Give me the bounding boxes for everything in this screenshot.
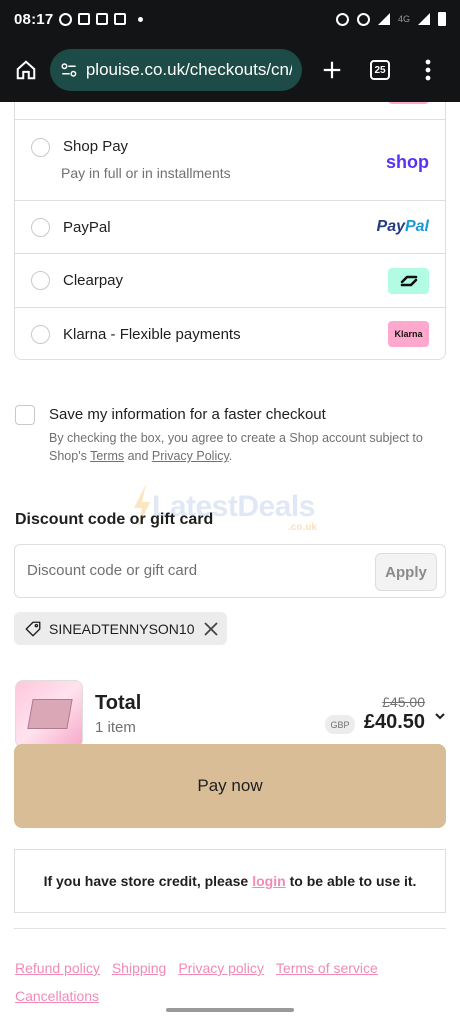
more-vert-icon <box>425 59 431 81</box>
payment-label: PayPal <box>63 218 111 236</box>
save-info-title: Save my information for a faster checkou… <box>49 406 326 423</box>
klarna-logo: Klarna <box>388 321 429 347</box>
notification-icons <box>59 12 144 26</box>
applied-code: SINEADTENNYSON10 <box>49 620 195 637</box>
discount-field: Apply <box>14 544 446 598</box>
payment-label: Clearpay <box>63 272 124 289</box>
product-thumbnail <box>15 680 83 748</box>
original-price: £45.00 <box>382 694 425 710</box>
payment-label: Klarna - Flexible payments <box>63 325 241 343</box>
browser-toolbar: plouise.co.uk/checkouts/cn/ 25 <box>0 38 460 102</box>
privacy-policy-footer-link[interactable]: Privacy policy <box>178 960 264 976</box>
calendar-icon <box>114 13 127 25</box>
checkout-content: Shop Pay Pay in full or in installments … <box>0 102 460 1024</box>
paypal-logo-a: Pay <box>376 218 405 235</box>
payment-option-shop-pay[interactable]: Shop Pay Pay in full or in installments … <box>15 119 445 200</box>
clearpay-logo <box>388 267 429 294</box>
save-info-description: By checking the box, you agree to create… <box>49 429 445 465</box>
payment-option-paypal[interactable]: PayPal PayPal <box>15 200 445 253</box>
new-tab-button[interactable] <box>316 54 348 86</box>
plus-icon <box>323 61 341 79</box>
url-text: plouise.co.uk/checkouts/cn/ <box>85 60 292 79</box>
total-item-count: 1 item <box>95 719 136 736</box>
paypal-logo: PayPal <box>377 218 429 236</box>
radio-clearpay[interactable] <box>31 271 50 290</box>
tab-count: 25 <box>370 60 390 80</box>
payment-option-klarna[interactable]: Klarna - Flexible payments Klarna <box>15 307 445 360</box>
privacy-policy-link[interactable]: Privacy Policy <box>152 449 229 463</box>
pay-now-button[interactable]: Pay now <box>14 744 446 828</box>
paypal-logo-b: Pal <box>404 218 429 235</box>
payment-sublabel: Pay in full or in installments <box>61 165 231 181</box>
refund-policy-link[interactable]: Refund policy <box>15 960 100 976</box>
shop-pay-logo: shop <box>386 152 429 172</box>
discount-input[interactable] <box>27 562 367 579</box>
palette-image <box>27 699 73 729</box>
system-icons: 4G <box>335 12 446 26</box>
radio-shop-pay[interactable] <box>31 138 50 157</box>
home-button[interactable] <box>10 54 42 86</box>
save-info-checkbox[interactable] <box>15 405 35 425</box>
total-price: £40.50 <box>363 711 425 733</box>
alarm-icon <box>335 12 349 26</box>
data-saver-icon <box>356 12 370 26</box>
footer-divider <box>14 928 446 929</box>
save-desc-end: . <box>228 449 233 463</box>
gesture-home-indicator[interactable] <box>166 1008 294 1012</box>
watermark-sub: .co.uk <box>288 522 317 533</box>
total-label: Total <box>95 692 142 714</box>
status-bar: 08:17 4G <box>0 0 460 38</box>
currency-badge: GBP <box>325 715 355 734</box>
payment-methods-list: Shop Pay Pay in full or in installments … <box>14 102 446 360</box>
clearpay-icon <box>400 275 417 286</box>
store-credit-text-pre: If you have store credit, please <box>43 873 249 889</box>
apply-discount-button[interactable]: Apply <box>375 553 437 591</box>
address-bar[interactable]: plouise.co.uk/checkouts/cn/ <box>50 49 302 91</box>
shipping-link[interactable]: Shipping <box>112 960 167 976</box>
applied-discount-chip: SINEADTENNYSON10 <box>14 612 227 645</box>
wifi-icon <box>377 13 390 25</box>
menu-button[interactable] <box>412 54 444 86</box>
save-desc-and: and <box>124 449 152 463</box>
klarna-logo-cropped <box>388 102 429 104</box>
login-link[interactable]: login <box>252 873 285 889</box>
more-notifications-dot <box>138 16 144 22</box>
signal-icon <box>418 13 430 25</box>
radio-klarna[interactable] <box>31 324 50 344</box>
whatsapp-icon <box>59 12 73 26</box>
copy-icon-2 <box>96 13 109 25</box>
payment-option-clearpay[interactable]: Clearpay <box>15 253 445 307</box>
battery-icon <box>438 12 446 26</box>
store-credit-notice: If you have store credit, please login t… <box>14 849 446 913</box>
store-credit-text-post: to be able to use it. <box>289 873 417 889</box>
chevron-down-icon[interactable] <box>434 710 446 722</box>
discount-heading: Discount code or gift card <box>15 511 214 528</box>
radio-paypal[interactable] <box>31 217 50 237</box>
cancellations-link[interactable]: Cancellations <box>15 988 99 1004</box>
site-settings-icon <box>61 63 77 77</box>
footer-policy-links: Refund policy Shipping Privacy policy Terms… <box>15 954 445 1010</box>
home-icon <box>16 60 36 80</box>
terms-link[interactable]: Terms <box>90 449 124 463</box>
network-type: 4G <box>397 14 410 24</box>
tab-switcher-button[interactable]: 25 <box>364 54 396 86</box>
tag-icon <box>25 621 41 636</box>
remove-code-icon[interactable] <box>203 621 219 637</box>
status-time: 08:17 <box>14 10 54 28</box>
copy-icon <box>78 13 91 25</box>
payment-label: Shop Pay <box>63 138 129 155</box>
terms-of-service-link[interactable]: Terms of service <box>276 960 378 976</box>
